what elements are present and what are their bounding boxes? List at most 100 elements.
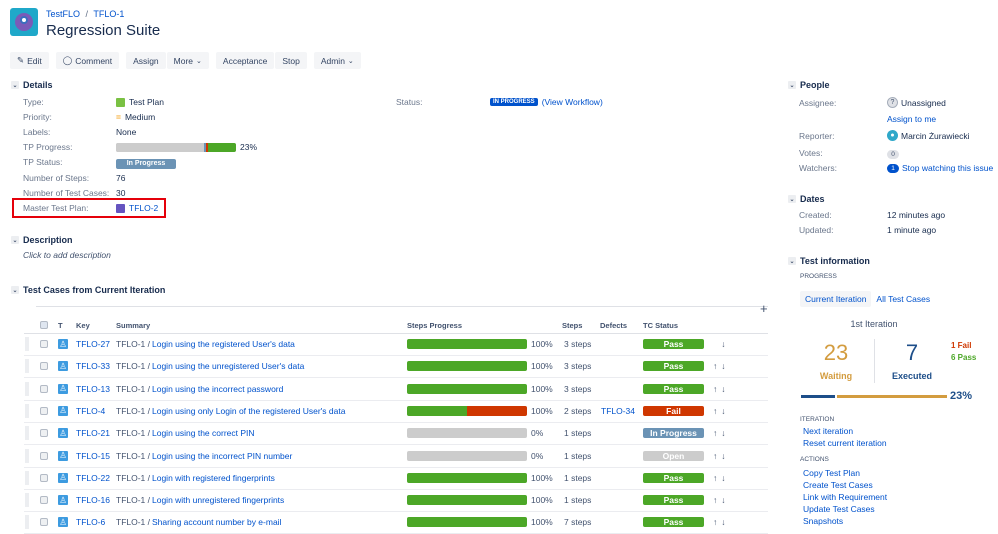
row-summary-link[interactable]: Login using the unregistered User's data [152, 361, 304, 371]
move-down-icon[interactable]: ↓ [721, 384, 729, 394]
acceptance-button[interactable]: Acceptance [215, 52, 275, 69]
tp-status-badge: In Progress [116, 159, 176, 169]
row-checkbox[interactable] [40, 451, 48, 460]
column-key[interactable]: Key [76, 321, 90, 330]
view-workflow-link[interactable]: (View Workflow) [542, 97, 603, 107]
row-progress-percent: 100% [531, 361, 553, 372]
row-checkbox[interactable] [40, 384, 48, 393]
row-key-link[interactable]: TFLO-21 [76, 428, 110, 438]
move-up-icon[interactable]: ↑ [713, 361, 721, 371]
row-checkbox[interactable] [40, 340, 48, 348]
row-checkbox[interactable] [40, 473, 48, 482]
row-key-link[interactable]: TFLO-13 [76, 384, 110, 394]
drag-handle[interactable] [25, 515, 29, 530]
row-checkbox[interactable] [40, 496, 48, 505]
steps-progress-bar [407, 472, 527, 483]
next-iteration-link[interactable]: Next iteration [803, 426, 853, 436]
description-toggle[interactable]: ⌄ Description [11, 235, 73, 245]
link-with-requirement-link[interactable]: Link with Requirement [803, 491, 887, 503]
drag-handle[interactable] [25, 426, 29, 441]
reporter-text: Marcin Żurawiecki [901, 130, 970, 141]
move-down-icon[interactable]: ↓ [721, 339, 729, 349]
row-summary-link[interactable]: Login using only Login of the registered… [152, 406, 345, 416]
test-info-toggle[interactable]: ⌄ Test information [788, 256, 870, 266]
project-logo-icon [15, 13, 33, 31]
stop-watching-link[interactable]: Stop watching this issue [902, 163, 993, 173]
row-checkbox[interactable] [40, 406, 48, 415]
drag-handle[interactable] [25, 359, 29, 374]
row-summary-link[interactable]: Login using the incorrect password [152, 384, 283, 394]
move-down-icon[interactable]: ↓ [721, 361, 729, 371]
table-row: ♙ TFLO-22 TFLO-1 /Login with registered fi… [24, 468, 768, 490]
create-test-cases-link[interactable]: Create Test Cases [803, 479, 887, 491]
stop-button[interactable]: Stop [275, 52, 307, 69]
row-key-link[interactable]: TFLO-15 [76, 451, 110, 461]
move-up-icon[interactable]: ↑ [713, 451, 721, 461]
assign-button[interactable]: Assign [126, 52, 166, 69]
row-key-link[interactable]: TFLO-16 [76, 495, 110, 505]
assign-to-me-link[interactable]: Assign to me [887, 114, 936, 124]
move-up-icon[interactable]: ↑ [713, 406, 721, 416]
row-summary-link[interactable]: Login using the correct PIN [152, 428, 255, 438]
row-summary-link[interactable]: Login with unregistered fingerprints [152, 495, 284, 505]
project-avatar[interactable] [10, 8, 38, 36]
row-summary-link[interactable]: Login using the incorrect PIN number [152, 451, 292, 461]
row-key-link[interactable]: TFLO-4 [76, 406, 105, 416]
move-up-icon[interactable]: ↑ [713, 384, 721, 394]
description-field[interactable]: Click to add description [23, 250, 111, 260]
copy-test-plan-link[interactable]: Copy Test Plan [803, 467, 887, 479]
votes-label: Votes: [799, 148, 823, 158]
add-icon[interactable]: + [760, 301, 768, 316]
move-up-icon[interactable]: ↑ [713, 517, 721, 527]
move-down-icon[interactable]: ↓ [721, 451, 729, 461]
move-down-icon[interactable]: ↓ [721, 428, 729, 438]
admin-button[interactable]: Admin ⌄ [313, 52, 361, 69]
dates-toggle[interactable]: ⌄ Dates [788, 194, 825, 204]
people-toggle[interactable]: ⌄ People [788, 80, 830, 90]
reset-iteration-link[interactable]: Reset current iteration [803, 438, 887, 448]
watchers-badge[interactable]: 1 [887, 163, 899, 173]
row-key-link[interactable]: TFLO-6 [76, 517, 105, 527]
comment-button[interactable]: ◯ Comment [55, 52, 120, 69]
reporter-value[interactable]: ● Marcin Żurawiecki [887, 130, 970, 141]
breadcrumb-parent[interactable]: TFLO-1 [93, 9, 124, 19]
snapshots-link[interactable]: Snapshots [803, 515, 887, 527]
move-down-icon[interactable]: ↓ [721, 473, 729, 483]
tab-current-iteration[interactable]: Current Iteration [800, 291, 872, 307]
reporter-avatar: ● [887, 130, 898, 141]
row-summary-link[interactable]: Login with registered fingerprints [152, 473, 275, 483]
row-summary-link[interactable]: Login using the registered User's data [152, 339, 295, 349]
move-down-icon[interactable]: ↓ [721, 495, 729, 505]
row-defect-link[interactable]: TFLO-34 [601, 406, 635, 416]
tab-all-test-cases[interactable]: All Test Cases [871, 291, 935, 307]
move-down-icon[interactable]: ↓ [721, 406, 729, 416]
testcases-toggle[interactable]: ⌄ Test Cases from Current Iteration [11, 285, 165, 295]
row-checkbox[interactable] [40, 429, 48, 438]
breadcrumb-project[interactable]: TestFLO [46, 9, 80, 19]
move-up-icon[interactable]: ↑ [713, 428, 721, 438]
move-up-icon[interactable]: ↑ [713, 495, 721, 505]
row-key-link[interactable]: TFLO-33 [76, 361, 110, 371]
drag-handle[interactable] [25, 470, 29, 485]
drag-handle[interactable] [25, 337, 29, 351]
row-checkbox[interactable] [40, 518, 48, 527]
row-key-link[interactable]: TFLO-22 [76, 473, 110, 483]
master-test-plan-link[interactable]: TFLO-2 [129, 203, 158, 213]
move-up-icon[interactable]: ↑ [713, 473, 721, 483]
more-button[interactable]: More ⌄ [166, 52, 209, 69]
row-summary-link[interactable]: Sharing account number by e-mail [152, 517, 281, 527]
comment-label: Comment [75, 55, 113, 66]
votes-badge[interactable]: 0 [887, 150, 899, 159]
drag-handle[interactable] [25, 403, 29, 418]
drag-handle[interactable] [25, 381, 29, 396]
drag-handle[interactable] [25, 493, 29, 508]
edit-button[interactable]: ✎ Edit [10, 52, 49, 69]
row-checkbox[interactable] [40, 362, 48, 371]
row-key-link[interactable]: TFLO-27 [76, 339, 110, 349]
drag-handle[interactable] [25, 448, 29, 463]
column-summary[interactable]: Summary [116, 321, 150, 330]
update-test-cases-link[interactable]: Update Test Cases [803, 503, 887, 515]
details-toggle[interactable]: ⌄ Details [11, 80, 53, 90]
select-all-checkbox[interactable] [40, 321, 48, 329]
move-down-icon[interactable]: ↓ [721, 517, 729, 527]
